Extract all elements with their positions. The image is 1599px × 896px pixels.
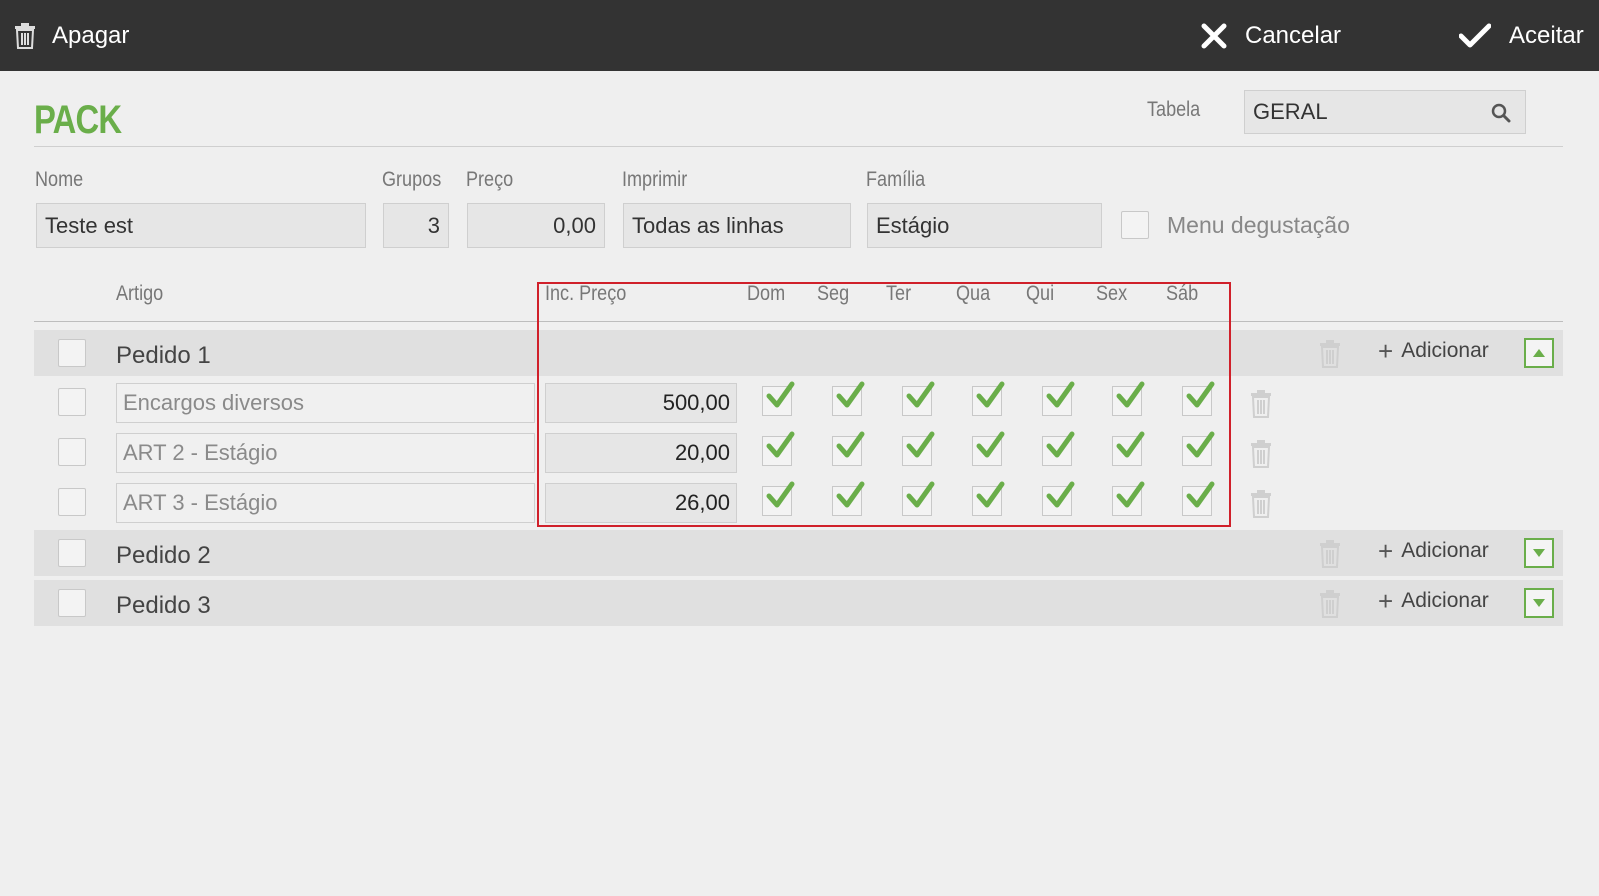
item-name-field[interactable]: ART 2 - Estágio xyxy=(116,433,535,473)
table-label: Tabela xyxy=(1147,98,1201,121)
add-item-button[interactable]: + Adicionar xyxy=(1378,538,1489,564)
group-checkbox[interactable] xyxy=(58,339,86,367)
item-name-field[interactable]: Encargos diversos xyxy=(116,383,535,423)
group-row[interactable]: Pedido 3 + Adicionar xyxy=(34,580,1563,626)
price-field[interactable]: 0,00 xyxy=(467,203,605,248)
item-checkbox[interactable] xyxy=(58,438,86,466)
item-checkbox[interactable] xyxy=(58,488,86,516)
add-label: Adicionar xyxy=(1401,339,1489,362)
add-label: Adicionar xyxy=(1401,589,1489,612)
add-item-button[interactable]: + Adicionar xyxy=(1378,338,1489,364)
table-value: GERAL xyxy=(1253,99,1328,124)
cancel-label: Cancelar xyxy=(1245,21,1342,49)
cancel-button[interactable]: Cancelar xyxy=(1201,0,1341,71)
delete-button[interactable]: Apagar xyxy=(14,0,129,71)
price-label: Preço xyxy=(466,168,514,191)
group-name: Pedido 2 xyxy=(116,542,211,569)
print-select[interactable]: Todas as linhas xyxy=(623,203,851,248)
plus-icon: + xyxy=(1378,586,1394,616)
highlight-box xyxy=(537,282,1231,527)
group-checkbox[interactable] xyxy=(58,589,86,617)
family-label: Família xyxy=(866,168,926,191)
name-label: Nome xyxy=(35,168,84,191)
checkmark-icon xyxy=(1459,23,1491,47)
name-field[interactable]: Teste est xyxy=(36,203,366,248)
accept-button[interactable]: Aceitar xyxy=(1459,0,1584,71)
tasting-menu-label: Menu degustação xyxy=(1167,212,1350,238)
triangle-up-icon xyxy=(1533,349,1545,357)
column-article: Artigo xyxy=(116,282,164,305)
print-label: Imprimir xyxy=(622,168,688,191)
accept-label: Aceitar xyxy=(1509,21,1584,49)
header-divider xyxy=(34,146,1563,147)
group-name: Pedido 1 xyxy=(116,342,211,369)
trash-icon[interactable] xyxy=(1319,540,1341,568)
top-toolbar: Apagar Cancelar Aceitar xyxy=(0,0,1599,71)
trash-icon[interactable] xyxy=(1250,490,1272,518)
close-icon xyxy=(1201,23,1227,48)
trash-icon[interactable] xyxy=(1319,590,1341,618)
item-checkbox[interactable] xyxy=(58,388,86,416)
expand-toggle[interactable] xyxy=(1524,588,1554,618)
tasting-menu-checkbox[interactable] xyxy=(1121,211,1149,239)
groups-field[interactable]: 3 xyxy=(383,203,449,248)
group-row[interactable]: Pedido 2 + Adicionar xyxy=(34,530,1563,576)
trash-icon[interactable] xyxy=(1319,340,1341,368)
table-search-field[interactable]: GERAL xyxy=(1244,90,1526,134)
family-select[interactable]: Estágio xyxy=(867,203,1102,248)
triangle-down-icon xyxy=(1533,599,1545,607)
expand-toggle[interactable] xyxy=(1524,538,1554,568)
group-checkbox[interactable] xyxy=(58,539,86,567)
delete-label: Apagar xyxy=(52,21,130,49)
search-icon[interactable] xyxy=(1491,103,1511,123)
plus-icon: + xyxy=(1378,336,1394,366)
collapse-toggle[interactable] xyxy=(1524,338,1554,368)
triangle-down-icon xyxy=(1533,549,1545,557)
add-item-button[interactable]: + Adicionar xyxy=(1378,588,1489,614)
trash-icon[interactable] xyxy=(1250,440,1272,468)
groups-label: Grupos xyxy=(382,168,442,191)
add-label: Adicionar xyxy=(1401,539,1489,562)
trash-icon xyxy=(15,22,35,49)
trash-icon[interactable] xyxy=(1250,390,1272,418)
plus-icon: + xyxy=(1378,536,1394,566)
item-name-field[interactable]: ART 3 - Estágio xyxy=(116,483,535,523)
page-title: PACK xyxy=(34,98,122,142)
group-name: Pedido 3 xyxy=(116,592,211,619)
